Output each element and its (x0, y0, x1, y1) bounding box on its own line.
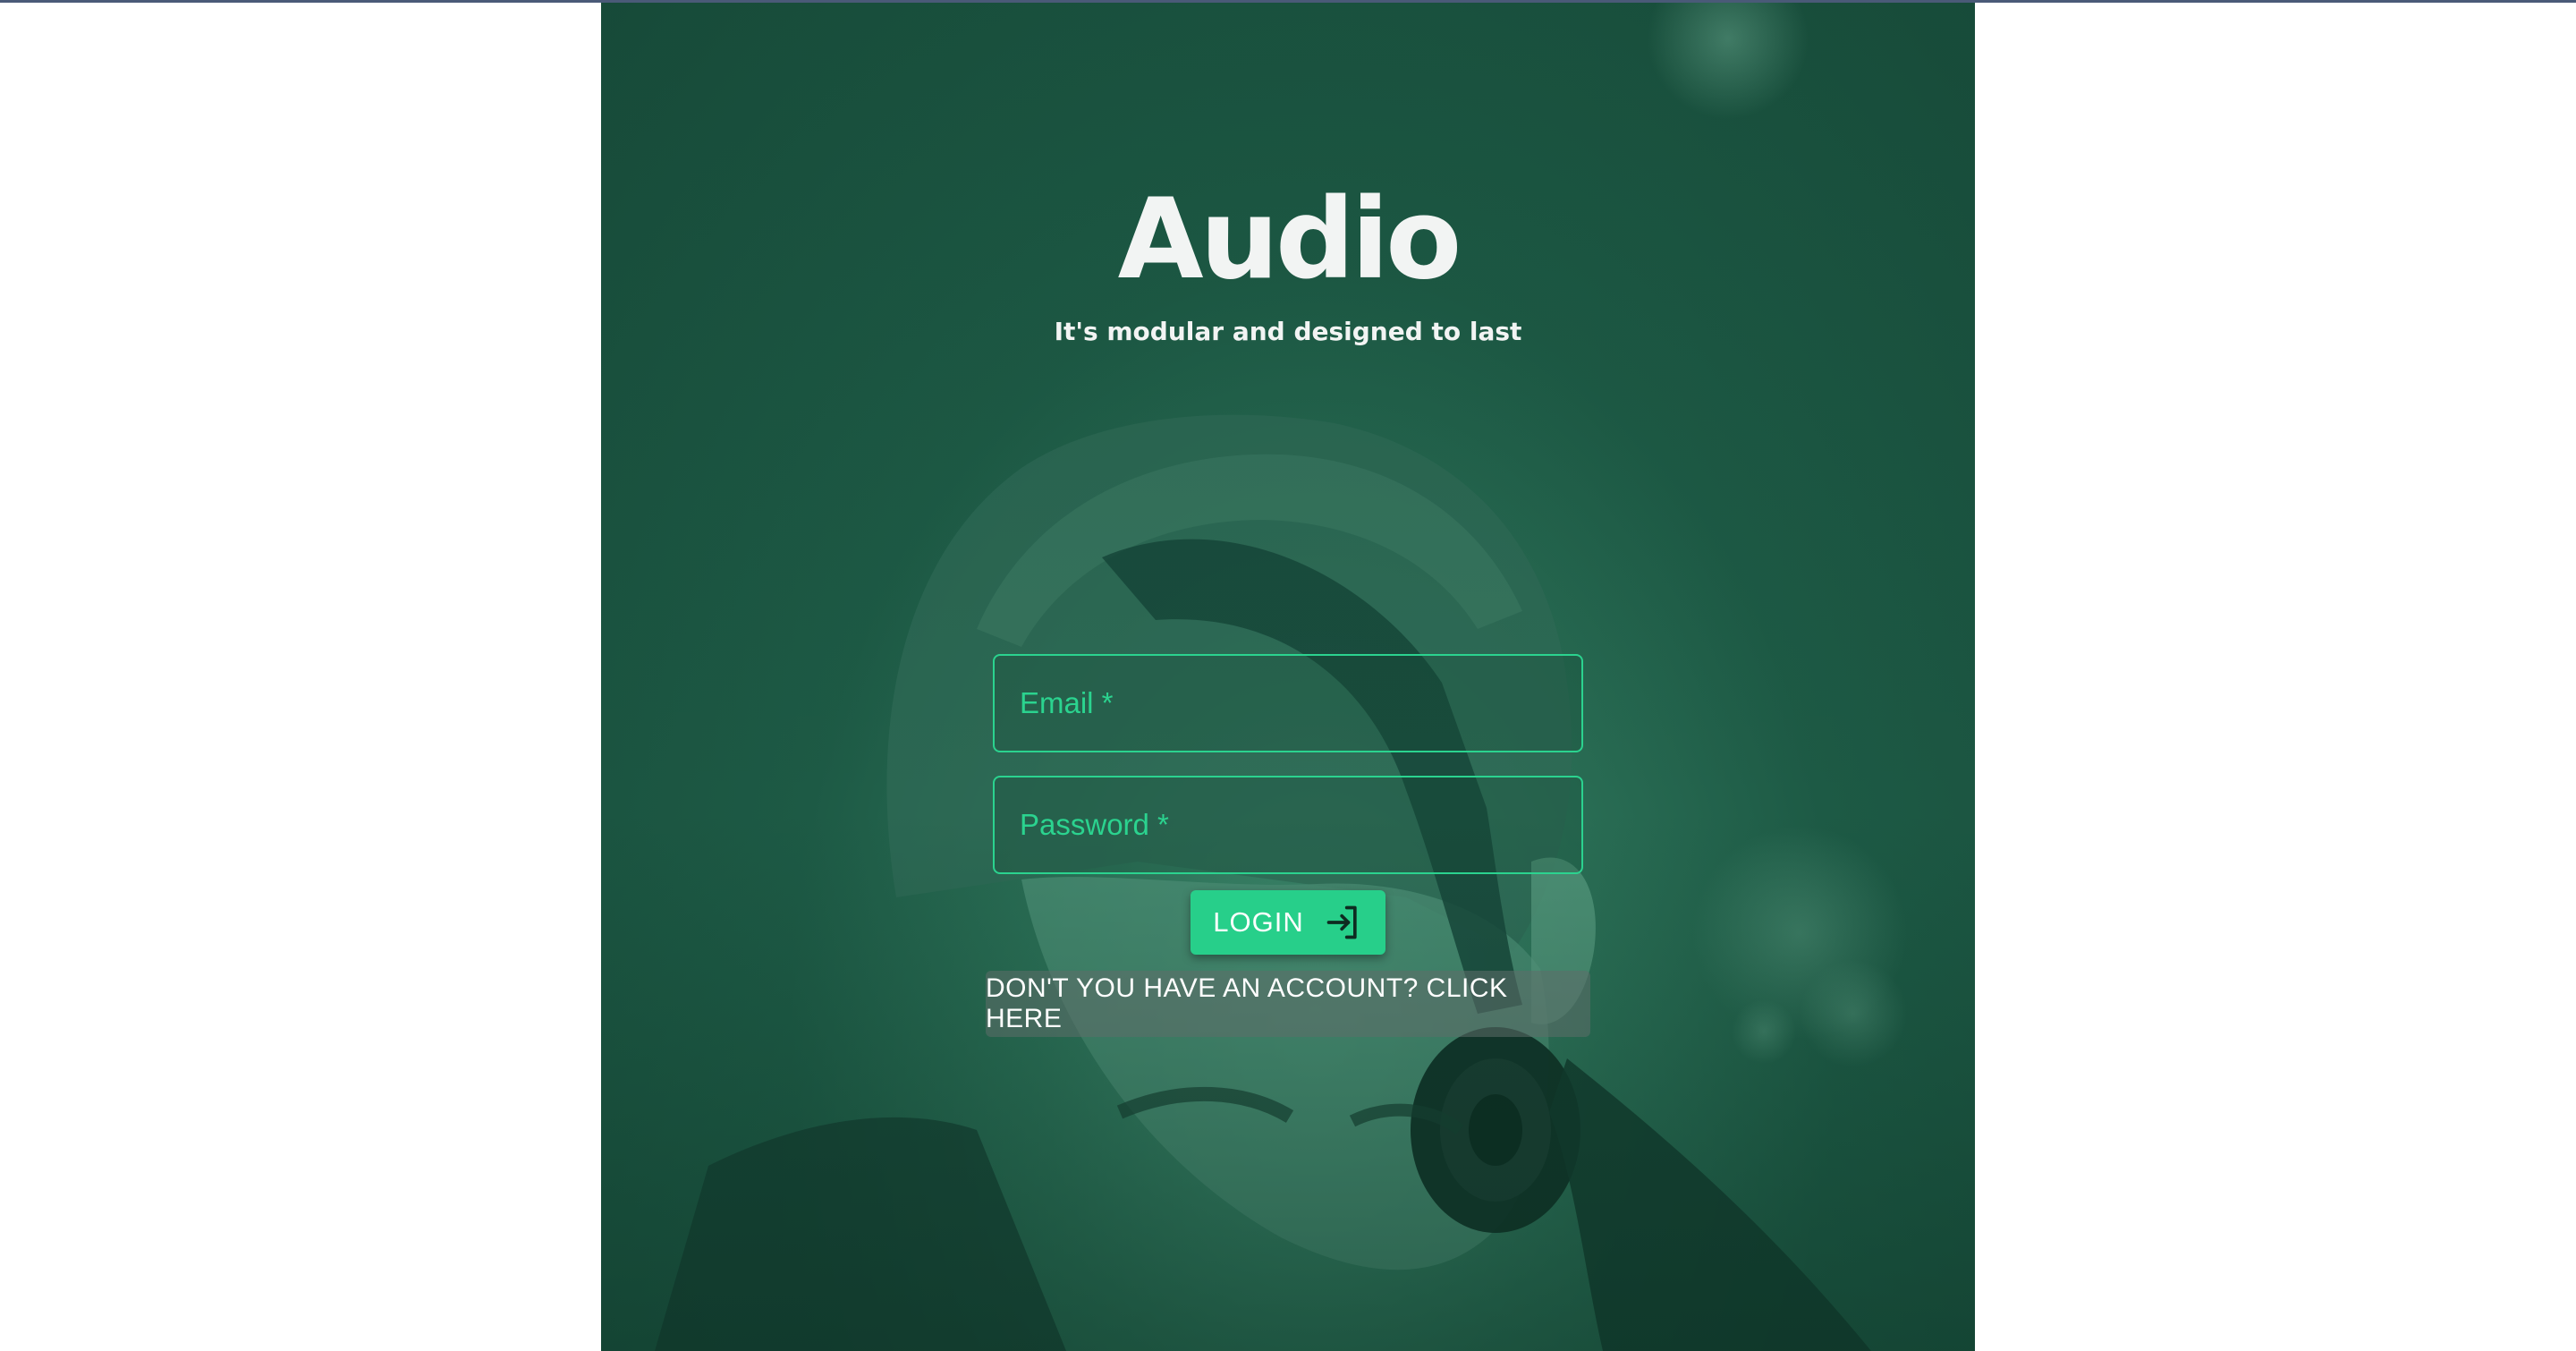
app-tagline: It's modular and designed to last (1054, 317, 1522, 346)
login-button-label: LOGIN (1213, 906, 1304, 938)
login-button[interactable]: LOGIN (1191, 890, 1385, 955)
email-field[interactable] (993, 654, 1583, 752)
login-arrow-icon (1326, 905, 1357, 939)
signup-link-button[interactable]: DON'T YOU HAVE AN ACCOUNT? CLICK HERE (986, 971, 1590, 1037)
password-input[interactable] (995, 777, 1581, 872)
email-input[interactable] (995, 656, 1581, 751)
login-panel: Audio It's modular and designed to last … (601, 3, 1975, 1351)
app-title: Audio (1117, 175, 1462, 304)
password-field[interactable] (993, 776, 1583, 874)
